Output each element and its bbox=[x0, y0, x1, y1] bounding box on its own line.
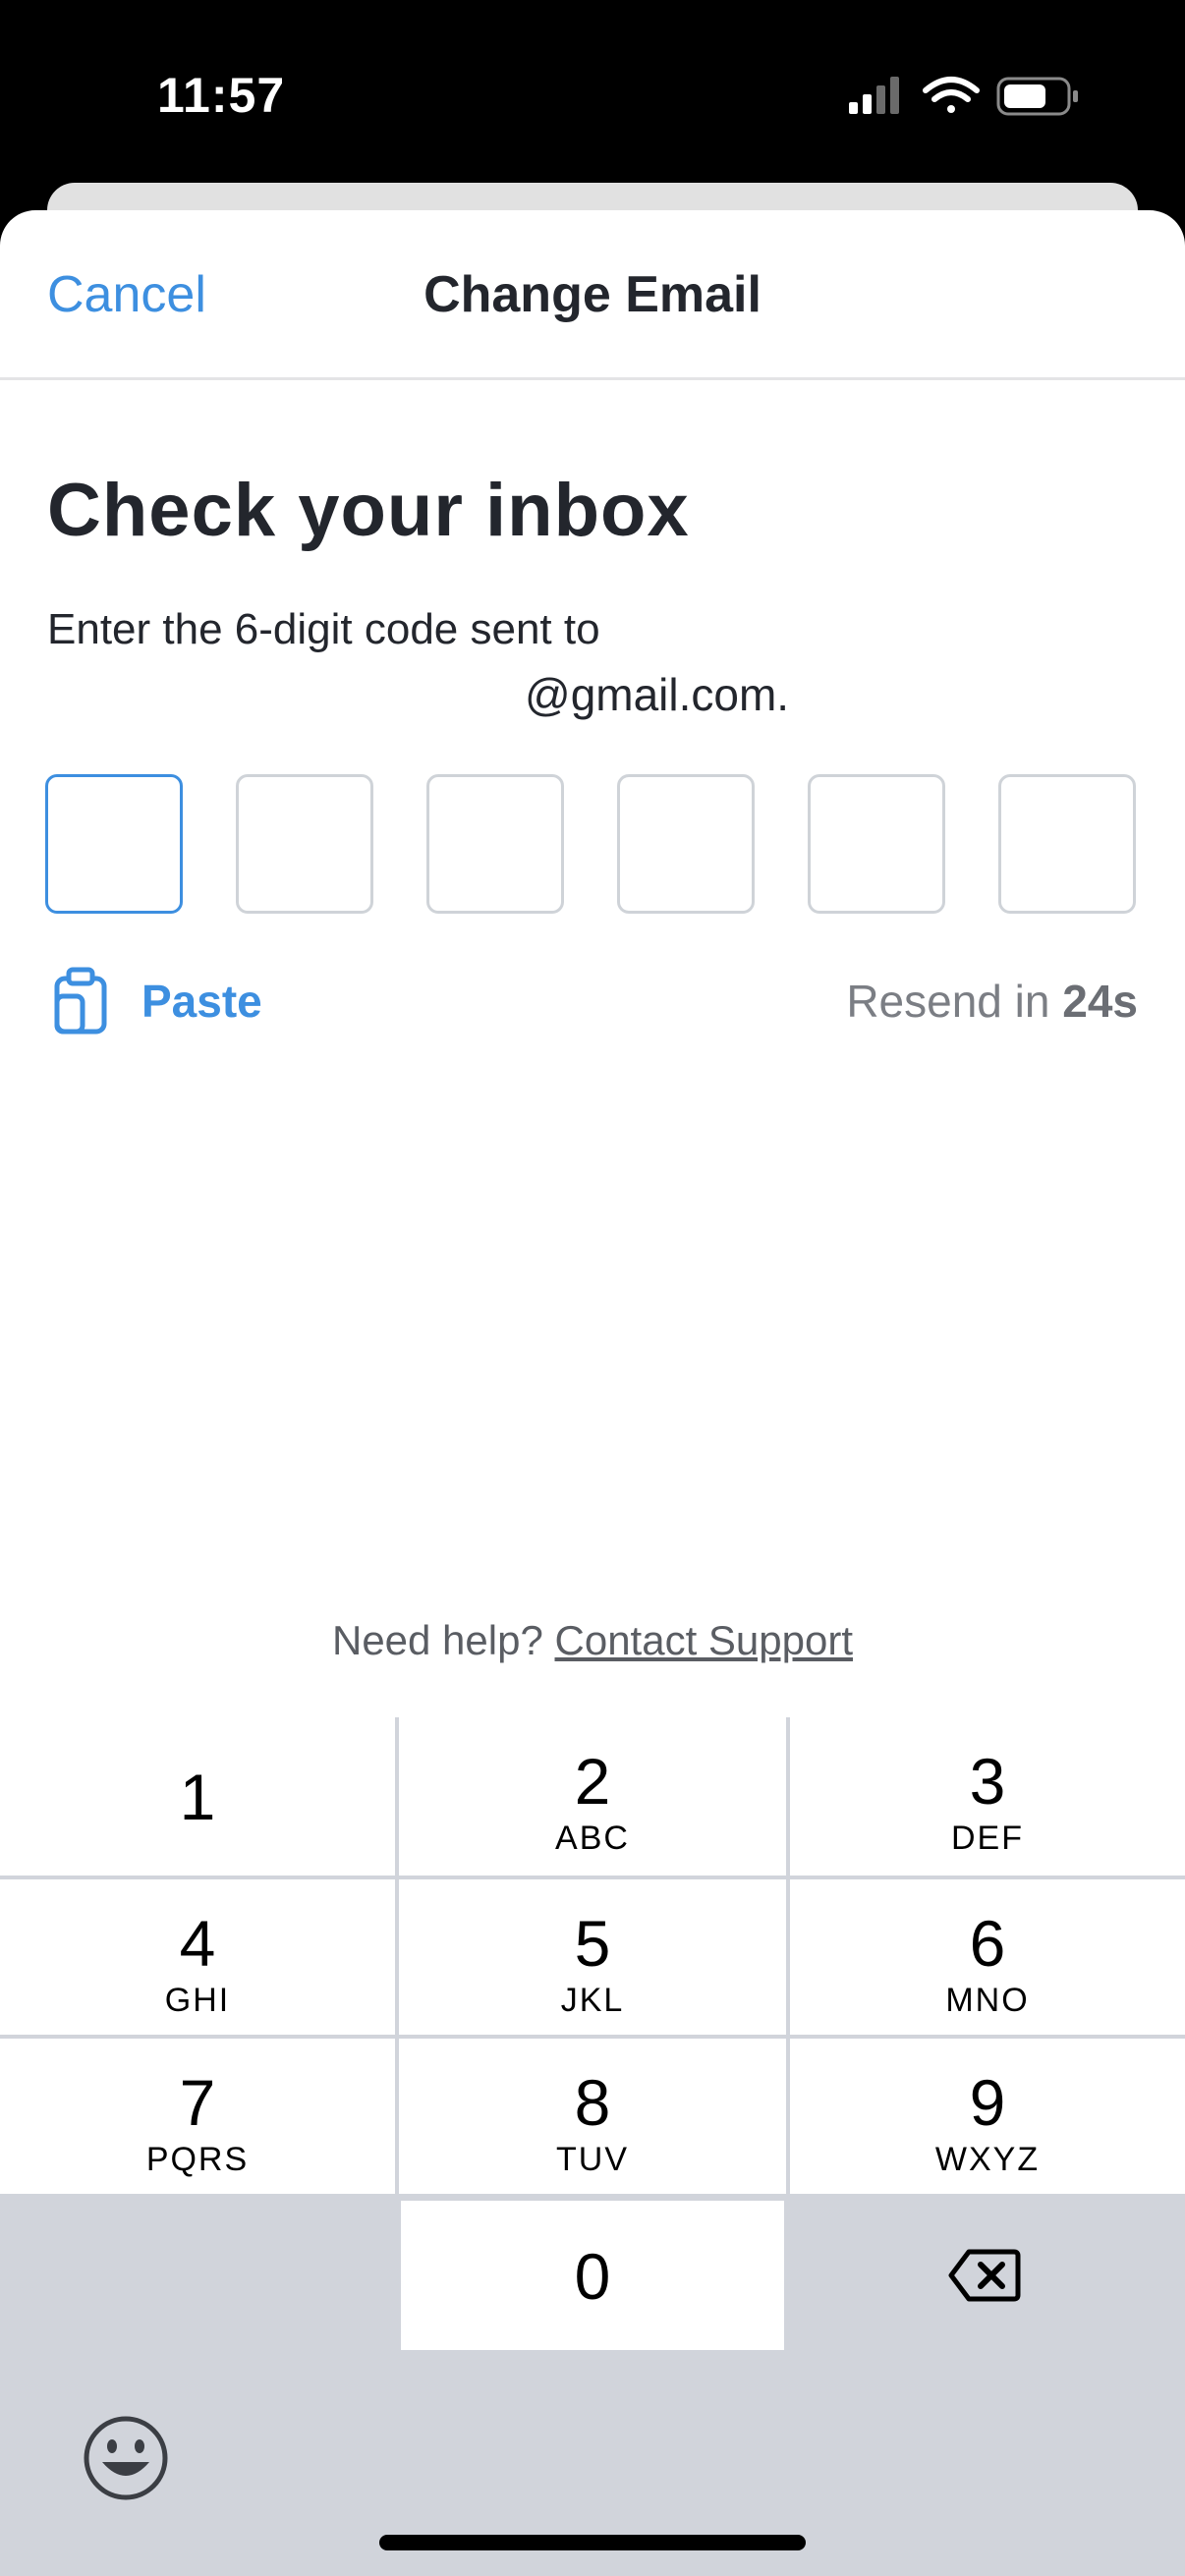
wifi-icon bbox=[923, 77, 980, 113]
key-9-digit: 9 bbox=[969, 2066, 1006, 2139]
key-9[interactable]: 9 WXYZ bbox=[790, 2039, 1185, 2194]
signal-icon bbox=[849, 77, 899, 114]
key-9-letters: WXYZ bbox=[934, 2141, 1041, 2178]
code-digit-1[interactable] bbox=[45, 774, 183, 914]
page-heading: Check your inbox bbox=[47, 469, 690, 552]
status-icons bbox=[849, 77, 1078, 116]
nav-title: Change Email bbox=[423, 266, 762, 323]
key-4-letters: GHI bbox=[164, 1982, 231, 2019]
home-indicator bbox=[379, 2535, 806, 2550]
key-5-digit: 5 bbox=[574, 1907, 611, 1980]
key-2-digit: 2 bbox=[574, 1745, 611, 1818]
resend-label: Resend in bbox=[846, 976, 1050, 1027]
key-8-letters: TUV bbox=[556, 2141, 629, 2178]
key-7-digit: 7 bbox=[179, 2066, 216, 2139]
key-2[interactable]: 2 ABC bbox=[399, 1717, 786, 1876]
key-1-digit: 1 bbox=[179, 1761, 216, 1833]
email-address: @gmail.com. bbox=[525, 669, 790, 720]
paste-label: Paste bbox=[141, 976, 262, 1027]
numeric-keypad: 1 2 ABC 3 DEF 4 GHI 5 JKL 6 MNO 7 PQRS 8… bbox=[0, 1717, 1185, 2576]
delete-backspace-icon[interactable] bbox=[947, 2246, 1022, 2305]
code-digit-6[interactable] bbox=[998, 774, 1136, 914]
key-0-digit: 0 bbox=[574, 2240, 611, 2313]
code-input-row bbox=[45, 774, 1140, 920]
key-2-letters: ABC bbox=[555, 1820, 630, 1857]
status-time: 11:57 bbox=[157, 68, 286, 123]
key-0[interactable]: 0 bbox=[401, 2201, 784, 2350]
key-8[interactable]: 8 TUV bbox=[399, 2039, 786, 2194]
code-digit-2[interactable] bbox=[236, 774, 373, 914]
key-7-letters: PQRS bbox=[145, 2141, 250, 2178]
key-5-letters: JKL bbox=[560, 1982, 625, 2019]
status-bar: 11:57 bbox=[0, 0, 1185, 187]
key-3[interactable]: 3 DEF bbox=[790, 1717, 1185, 1876]
contact-support-link[interactable]: Contact Support bbox=[555, 1617, 854, 1663]
code-digit-4[interactable] bbox=[617, 774, 755, 914]
key-7[interactable]: 7 PQRS bbox=[0, 2039, 395, 2194]
key-3-digit: 3 bbox=[969, 1745, 1006, 1818]
key-6-letters: MNO bbox=[945, 1982, 1030, 2019]
key-4[interactable]: 4 GHI bbox=[0, 1879, 395, 2035]
key-1[interactable]: 1 bbox=[0, 1717, 395, 1876]
key-3-letters: DEF bbox=[951, 1820, 1024, 1857]
navigation-bar: Cancel Change Email bbox=[0, 210, 1185, 380]
help-prompt: Need help? bbox=[331, 1617, 543, 1663]
key-5[interactable]: 5 JKL bbox=[399, 1879, 786, 2035]
battery-icon bbox=[996, 77, 1078, 116]
code-digit-5[interactable] bbox=[808, 774, 945, 914]
resend-timer: Resend in 24s bbox=[846, 975, 1138, 1028]
key-4-digit: 4 bbox=[179, 1907, 216, 1980]
clipboard-icon bbox=[54, 967, 107, 1035]
code-digit-3[interactable] bbox=[426, 774, 564, 914]
paste-button[interactable]: Paste bbox=[51, 967, 262, 1036]
instruction-text: Enter the 6-digit code sent to bbox=[47, 605, 600, 653]
emoji-icon[interactable] bbox=[81, 2413, 171, 2503]
help-text: Need help? Contact Support bbox=[0, 1617, 1185, 1664]
key-8-digit: 8 bbox=[574, 2066, 611, 2139]
key-6[interactable]: 6 MNO bbox=[790, 1879, 1185, 2035]
resend-countdown: 24s bbox=[1062, 976, 1138, 1027]
key-6-digit: 6 bbox=[969, 1907, 1006, 1980]
